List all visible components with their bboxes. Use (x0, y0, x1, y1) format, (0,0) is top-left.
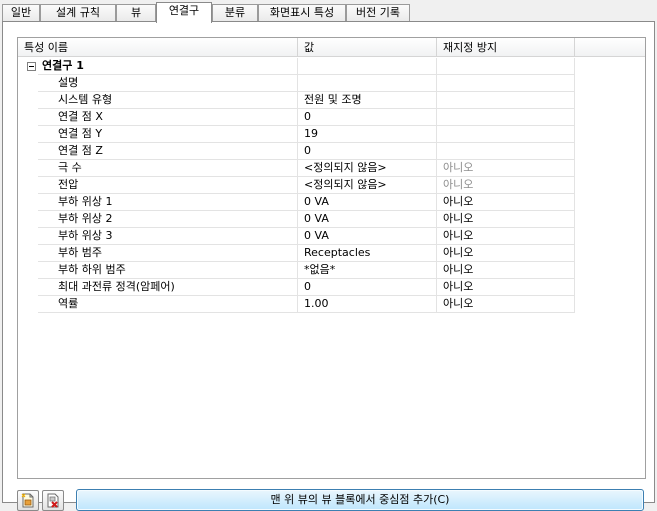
category-override-cell (437, 58, 575, 75)
connectors-panel: 특성 이름 값 재지정 방지 연결구 1 설명 시스템 유형 전원 및 조명 연결 점… (2, 21, 655, 511)
indent-cell (18, 92, 38, 109)
category-row[interactable]: 연결구 1 (18, 58, 645, 75)
property-row[interactable]: 부하 위상 10 VA 아니오 (18, 194, 645, 211)
property-value[interactable]: *없음* (298, 262, 437, 279)
property-value[interactable]: 0 VA (298, 228, 437, 245)
property-row[interactable]: 부하 범주 Receptacles 아니오 (18, 245, 645, 262)
property-row[interactable]: 시스템 유형 전원 및 조명 (18, 92, 645, 109)
new-connector-icon (21, 493, 34, 508)
expander-cell (18, 58, 38, 75)
property-grid: 특성 이름 값 재지정 방지 연결구 1 설명 시스템 유형 전원 및 조명 연결 점… (17, 37, 646, 479)
property-name: 극 수 (38, 160, 298, 177)
property-override[interactable]: 아니오 (437, 160, 575, 177)
property-name: 시스템 유형 (38, 92, 298, 109)
property-override[interactable]: 아니오 (437, 211, 575, 228)
property-value[interactable]: 0 (298, 143, 437, 160)
property-value[interactable]: 19 (298, 126, 437, 143)
indent-cell (18, 160, 38, 177)
property-value[interactable]: 0 VA (298, 194, 437, 211)
property-row[interactable]: 부하 위상 30 VA 아니오 (18, 228, 645, 245)
property-name: 설명 (38, 75, 298, 92)
property-override[interactable]: 아니오 (437, 296, 575, 313)
property-name: 부하 위상 2 (38, 211, 298, 228)
property-name: 역률 (38, 296, 298, 313)
property-value[interactable]: 0 (298, 279, 437, 296)
property-row[interactable]: 연결 점 Z0 (18, 143, 645, 160)
property-name: 부하 하위 범주 (38, 262, 298, 279)
category-label: 연결구 1 (38, 58, 298, 75)
property-override[interactable]: 아니오 (437, 262, 575, 279)
indent-cell (18, 245, 38, 262)
indent-cell (18, 126, 38, 143)
tab-connectors[interactable]: 연결구 (156, 2, 212, 23)
property-name: 부하 범주 (38, 245, 298, 262)
property-row[interactable]: 부하 하위 범주 *없음* 아니오 (18, 262, 645, 279)
property-row[interactable]: 설명 (18, 75, 645, 92)
property-row[interactable]: 최대 과전류 정격(암페어) 0 아니오 (18, 279, 645, 296)
property-row[interactable]: 부하 위상 20 VA 아니오 (18, 211, 645, 228)
property-rows: 설명 시스템 유형 전원 및 조명 연결 점 X 0 연결 점 Y 19 연결 점 Z0극 수… (18, 75, 645, 313)
property-override[interactable]: 아니오 (437, 177, 575, 194)
property-value[interactable]: 1.00 (298, 296, 437, 313)
indent-cell (18, 194, 38, 211)
property-name: 최대 과전류 정격(암페어) (38, 279, 298, 296)
property-name: 연결 점 Y (38, 126, 298, 143)
indent-cell (18, 279, 38, 296)
property-override[interactable] (437, 126, 575, 143)
property-name: 전압 (38, 177, 298, 194)
property-value[interactable] (298, 75, 437, 92)
property-row[interactable]: 연결 점 Y 19 (18, 126, 645, 143)
property-override[interactable] (437, 143, 575, 160)
property-override[interactable]: 아니오 (437, 228, 575, 245)
indent-cell (18, 143, 38, 160)
delete-connector-icon (47, 493, 59, 508)
property-override[interactable] (437, 75, 575, 92)
column-header-value[interactable]: 값 (298, 38, 437, 57)
tab-view[interactable]: 뷰 (116, 4, 156, 22)
property-row[interactable]: 연결 점 X0 (18, 109, 645, 126)
property-value[interactable]: 전원 및 조명 (298, 92, 437, 109)
category-value-cell (298, 58, 437, 75)
collapse-icon[interactable] (27, 62, 36, 71)
tab-design-rules[interactable]: 설계 규칙 (40, 4, 116, 22)
property-row[interactable]: 전압 <정의되지 않음> 아니오 (18, 177, 645, 194)
tab-version-history[interactable]: 버전 기록 (346, 4, 410, 22)
grid-body: 연결구 1 설명 시스템 유형 전원 및 조명 연결 점 X 0 연결 점 Y 19 연결 점… (18, 58, 645, 313)
property-row[interactable]: 극 수 <정의되지 않음> 아니오 (18, 160, 645, 177)
property-row[interactable]: 역률 1.00 아니오 (18, 296, 645, 313)
indent-cell (18, 262, 38, 279)
grid-header: 특성 이름 값 재지정 방지 (18, 38, 645, 57)
property-name: 부하 위상 3 (38, 228, 298, 245)
property-value[interactable]: 0 VA (298, 211, 437, 228)
indent-cell (18, 228, 38, 245)
column-header-name[interactable]: 특성 이름 (18, 38, 298, 57)
delete-connector-button[interactable] (42, 490, 64, 511)
indent-cell (18, 211, 38, 228)
tab-general[interactable]: 일반 (2, 4, 40, 22)
property-override[interactable]: 아니오 (437, 194, 575, 211)
tab-display-properties[interactable]: 화면표시 특성 (258, 4, 346, 22)
tab-strip: 일반 설계 규칙 뷰 연결구 분류 화면표시 특성 버전 기록 (2, 2, 655, 23)
property-override[interactable] (437, 109, 575, 126)
property-name: 연결 점 X (38, 109, 298, 126)
property-override[interactable]: 아니오 (437, 279, 575, 296)
new-connector-button[interactable] (17, 490, 39, 511)
property-override[interactable]: 아니오 (437, 245, 575, 262)
indent-cell (18, 109, 38, 126)
add-centerpoint-button[interactable]: 맨 위 뷰의 뷰 블록에서 중심점 추가(C) (76, 489, 644, 511)
property-value[interactable]: <정의되지 않음> (298, 160, 437, 177)
property-value[interactable]: Receptacles (298, 245, 437, 262)
indent-cell (18, 296, 38, 313)
property-override[interactable] (437, 92, 575, 109)
property-value[interactable]: 0 (298, 109, 437, 126)
column-header-override[interactable]: 재지정 방지 (437, 38, 575, 57)
property-value[interactable]: <정의되지 않음> (298, 177, 437, 194)
property-name: 부하 위상 1 (38, 194, 298, 211)
indent-cell (18, 75, 38, 92)
indent-cell (18, 177, 38, 194)
tab-classification[interactable]: 분류 (212, 4, 258, 22)
property-name: 연결 점 Z (38, 143, 298, 160)
